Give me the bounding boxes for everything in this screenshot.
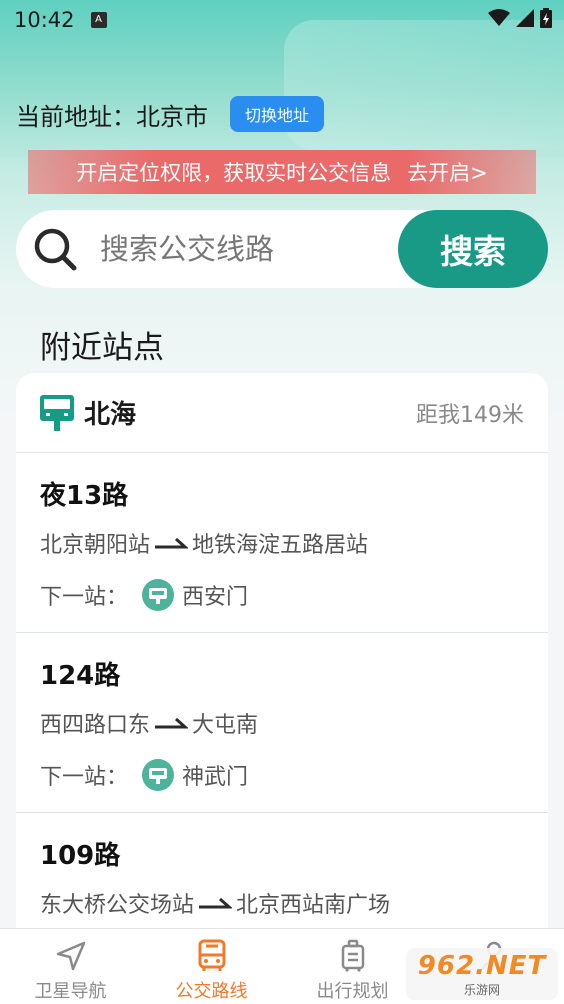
stop-name: 北海 [84,400,137,430]
next-stop-row: 下一站： 西安门 [40,579,524,611]
bus-stop-badge-icon [142,579,175,611]
route-name: 124路 [40,661,121,691]
route-path: 北京朝阳站 地铁海淀五路居站 [40,527,524,559]
search-bar: 搜索 [16,210,548,288]
route-item[interactable]: 夜13路 北京朝阳站 地铁海淀五路居站 下一站： 西安门 [16,453,548,633]
direction-arrow-icon [155,717,189,729]
location-permission-banner[interactable]: 开启定位权限，获取实时公交信息 去开启> [28,150,536,194]
stop-distance: 距我149米 [416,402,524,428]
wifi-icon [488,9,510,26]
tab-satellite-navigation[interactable]: 卫星导航 [0,929,141,1004]
navigation-arrow-icon [56,941,85,971]
bus-stop-badge-icon [142,759,175,791]
bus-icon [198,939,225,971]
tab-label: 公交路线 [175,981,248,1002]
search-icon [34,228,77,271]
banner-text: 开启定位权限，获取实时公交信息 [76,161,392,185]
current-address-row: 当前地址：北京市 切换地址 [16,96,325,132]
next-stop-row: 下一站： 神武门 [40,759,524,791]
watermark-logo-text: 962.NET [417,950,547,981]
tab-label: 出行规划 [316,981,389,1002]
route-origin: 东大桥公交场站 [40,893,195,918]
status-indicators [488,8,552,28]
nearby-stops-title: 附近站点 [40,330,164,366]
route-origin: 北京朝阳站 [40,533,151,558]
route-destination: 地铁海淀五路居站 [192,533,369,558]
bus-stop-icon [40,394,74,431]
search-input[interactable] [100,232,370,266]
direction-arrow-icon [199,897,233,909]
site-watermark: 962.NET 乐游网 [406,948,558,1000]
next-stop-name: 西安门 [182,585,249,610]
route-path: 东大桥公交场站 北京西站南广场 [40,887,524,919]
nearby-stop-card: 北海 距我149米 夜13路 北京朝阳站 地铁海淀五路居站 下一站： 西安门 1… [16,373,548,973]
next-stop-label: 下一站： [40,585,129,610]
status-bar: 10:42 A [0,0,564,40]
route-name: 109路 [40,841,121,871]
tab-trip-planning[interactable]: 出行规划 [282,929,423,1004]
stop-header[interactable]: 北海 距我149米 [16,373,548,453]
route-path: 西四路口东 大屯南 [40,707,524,739]
route-item[interactable]: 124路 西四路口东 大屯南 下一站： 神武门 [16,633,548,813]
watermark-subtext: 乐游网 [463,982,500,997]
cellular-signal-icon [516,9,534,27]
battery-icon [540,8,552,28]
next-stop-label: 下一站： [40,765,129,790]
status-time: 10:42 [14,8,75,32]
tab-label: 卫星导航 [34,981,107,1002]
route-name: 夜13路 [40,481,129,511]
next-stop-name: 神武门 [182,765,249,790]
switch-address-button[interactable]: 切换地址 [230,96,325,132]
route-origin: 西四路口东 [40,713,151,738]
current-address: 当前地址：北京市 [16,102,208,131]
luggage-icon [341,939,364,972]
tab-bus-routes[interactable]: 公交路线 [141,929,282,1004]
direction-arrow-icon [155,537,189,549]
search-button[interactable]: 搜索 [398,210,548,288]
enable-location-link[interactable]: 去开启> [407,157,488,187]
app-notification-icon: A [90,12,107,28]
route-destination: 大屯南 [192,713,259,738]
route-destination: 北京西站南广场 [236,893,391,918]
